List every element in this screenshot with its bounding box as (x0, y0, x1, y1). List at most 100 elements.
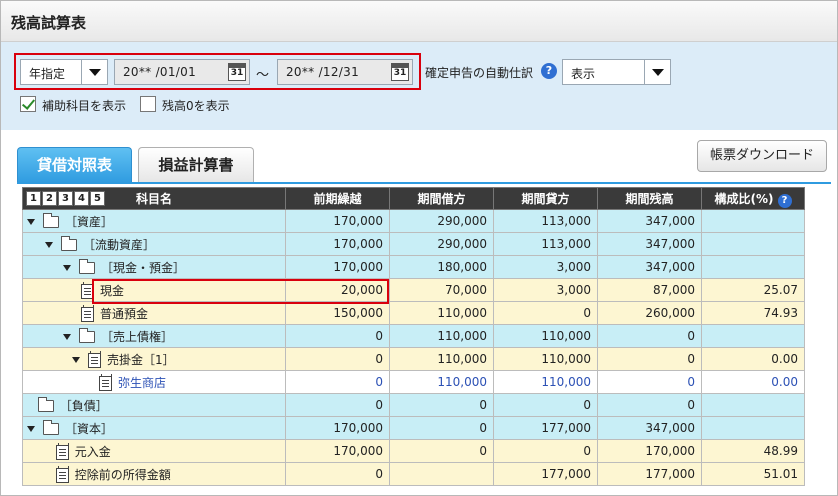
show-zero-label[interactable]: 残高0を表示 (162, 97, 230, 114)
expand-triangle-icon[interactable] (72, 357, 80, 363)
credit-cell: 177,000 (493, 462, 598, 486)
account-name: 弥生商店 (118, 375, 167, 390)
level-3-button[interactable]: 3 (58, 191, 73, 206)
debit-cell: 290,000 (389, 232, 494, 256)
expand-triangle-icon[interactable] (27, 426, 35, 432)
account-name: 元入金 (74, 444, 111, 459)
ledger-icon (99, 373, 112, 391)
account-name-cell[interactable]: ［負債］ (22, 393, 286, 417)
credit-cell: 0 (493, 393, 598, 417)
folder-icon (79, 259, 95, 274)
help-icon[interactable]: ? (541, 63, 557, 79)
prev-cell: 170,000 (285, 416, 390, 440)
ratio-cell: 74.93 (701, 301, 805, 325)
balance-cell: 177,000 (597, 462, 702, 486)
table-row[interactable]: ［資産］ 170,000 290,000 113,000 347,000 (22, 209, 805, 233)
account-name: ［資本］ (65, 421, 114, 436)
table-row[interactable]: 弥生商店 0 110,000 110,000 0 0.00 (22, 370, 805, 394)
account-name-cell[interactable]: ［流動資産］ (22, 232, 286, 256)
column-header-debit: 期間借方 (389, 187, 494, 210)
show-zero-checkbox[interactable] (140, 96, 156, 112)
period-type-select[interactable]: 年指定 (20, 59, 108, 85)
calendar-icon[interactable]: 31 (391, 63, 409, 81)
auto-journal-select[interactable]: 表示 (562, 59, 671, 85)
show-sub-accounts-label[interactable]: 補助科目を表示 (42, 97, 126, 114)
account-name-cell[interactable]: ［売上債権］ (22, 324, 286, 348)
folder-icon (79, 328, 95, 343)
account-name-cell[interactable]: 控除前の所得金額 (22, 462, 286, 486)
table-row[interactable]: 控除前の所得金額 0 177,000 177,000 51.01 (22, 462, 805, 486)
prev-cell: 170,000 (285, 209, 390, 233)
account-name: 普通預金 (100, 306, 149, 321)
trial-balance-table: 12345 科目名 前期繰越 期間借方 期間貸方 期間残高 構成比(%)? ［資… (22, 187, 805, 486)
credit-cell: 113,000 (493, 209, 598, 233)
table-row[interactable]: 元入金 170,000 0 0 170,000 48.99 (22, 439, 805, 463)
table-row[interactable]: ［資本］ 170,000 0 177,000 347,000 (22, 416, 805, 440)
credit-cell: 3,000 (493, 278, 598, 302)
account-name-cell[interactable]: 弥生商店 (22, 370, 286, 394)
debit-cell: 110,000 (389, 301, 494, 325)
folder-icon (37, 397, 54, 412)
title-bar: 残高試算表 (1, 1, 837, 42)
tab-balance-sheet[interactable]: 貸借対照表 (17, 147, 132, 183)
account-name-cell[interactable]: 普通預金 (22, 301, 286, 325)
date-to-field[interactable]: 20** /12/31 31 (277, 59, 413, 85)
level-2-button[interactable]: 2 (42, 191, 57, 206)
highlight-box-cash (92, 279, 389, 304)
balance-cell: 347,000 (597, 255, 702, 279)
account-name: ［負債］ (59, 398, 108, 413)
expand-triangle-icon[interactable] (63, 265, 71, 271)
column-header-account: 12345 科目名 (22, 187, 286, 210)
show-sub-accounts-checkbox[interactable] (20, 96, 36, 112)
calendar-icon[interactable]: 31 (228, 63, 246, 81)
date-from-value: 20** /01/01 (123, 65, 197, 79)
ratio-cell: 25.07 (701, 278, 805, 302)
column-header-ratio: 構成比(%)? (701, 187, 805, 210)
account-name-cell[interactable]: ［資産］ (22, 209, 286, 233)
level-4-button[interactable]: 4 (74, 191, 89, 206)
date-to-value: 20** /12/31 (286, 65, 360, 79)
debit-cell: 70,000 (389, 278, 494, 302)
tab-income-statement[interactable]: 損益計算書 (138, 147, 254, 183)
download-report-button[interactable]: 帳票ダウンロード (697, 140, 827, 172)
chevron-down-icon[interactable] (644, 60, 670, 84)
ratio-cell (701, 255, 805, 279)
table-row[interactable]: 売掛金［1］ 0 110,000 110,000 0 0.00 (22, 347, 805, 371)
level-1-button[interactable]: 1 (26, 191, 41, 206)
ratio-cell: 51.01 (701, 462, 805, 486)
page-title: 残高試算表 (11, 14, 87, 32)
ledger-icon (55, 465, 69, 483)
table-row[interactable]: ［負債］ 0 0 0 0 (22, 393, 805, 417)
balance-cell: 0 (597, 393, 702, 417)
ratio-cell: 0.00 (701, 347, 805, 371)
balance-cell: 347,000 (597, 416, 702, 440)
table-row[interactable]: 普通預金 150,000 110,000 0 260,000 74.93 (22, 301, 805, 325)
table-row[interactable]: ［流動資産］ 170,000 290,000 113,000 347,000 (22, 232, 805, 256)
expand-triangle-icon[interactable] (27, 219, 35, 225)
table-row[interactable]: ［売上債権］ 0 110,000 110,000 0 (22, 324, 805, 348)
account-name-cell[interactable]: ［資本］ (22, 416, 286, 440)
level-5-button[interactable]: 5 (90, 191, 105, 206)
debit-cell (389, 462, 494, 486)
account-name: 控除前の所得金額 (74, 467, 171, 482)
debit-cell: 0 (389, 393, 494, 417)
prev-cell: 170,000 (285, 439, 390, 463)
debit-cell: 110,000 (389, 324, 494, 348)
debit-cell: 290,000 (389, 209, 494, 233)
debit-cell: 110,000 (389, 347, 494, 371)
debit-cell: 180,000 (389, 255, 494, 279)
expand-triangle-icon[interactable] (63, 334, 71, 340)
account-name-cell[interactable]: 売掛金［1］ (22, 347, 286, 371)
table-header-row: 12345 科目名 前期繰越 期間借方 期間貸方 期間残高 構成比(%)? (22, 187, 805, 210)
help-icon[interactable]: ? (777, 193, 792, 208)
account-name-cell[interactable]: 元入金 (22, 439, 286, 463)
prev-cell: 170,000 (285, 232, 390, 256)
chevron-down-icon[interactable] (81, 60, 107, 84)
account-name-cell[interactable]: ［現金・預金］ (22, 255, 286, 279)
date-from-field[interactable]: 20** /01/01 31 (114, 59, 250, 85)
prev-cell: 0 (285, 462, 390, 486)
expand-triangle-icon[interactable] (45, 242, 53, 248)
credit-cell: 0 (493, 439, 598, 463)
balance-cell: 0 (597, 324, 702, 348)
table-row[interactable]: ［現金・預金］ 170,000 180,000 3,000 347,000 (22, 255, 805, 279)
